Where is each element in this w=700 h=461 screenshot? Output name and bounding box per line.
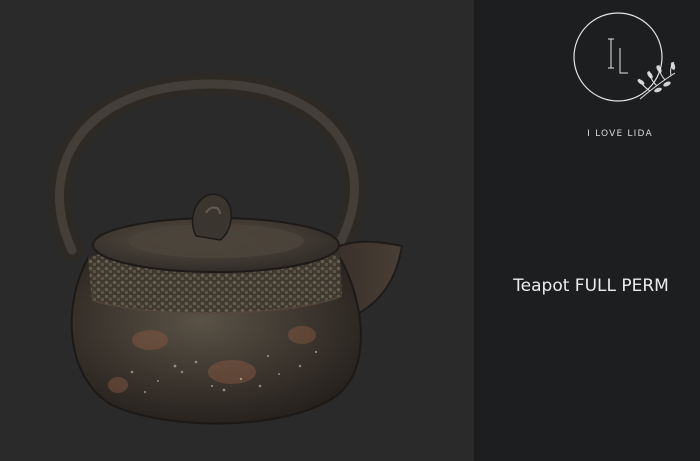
- brand-name: I LOVE LIDA: [587, 129, 653, 139]
- brand-logo: [573, 12, 676, 102]
- product-title: Teapot FULL PERM: [513, 276, 669, 296]
- teapot-lid: [92, 193, 340, 273]
- teapot-image: [48, 72, 404, 425]
